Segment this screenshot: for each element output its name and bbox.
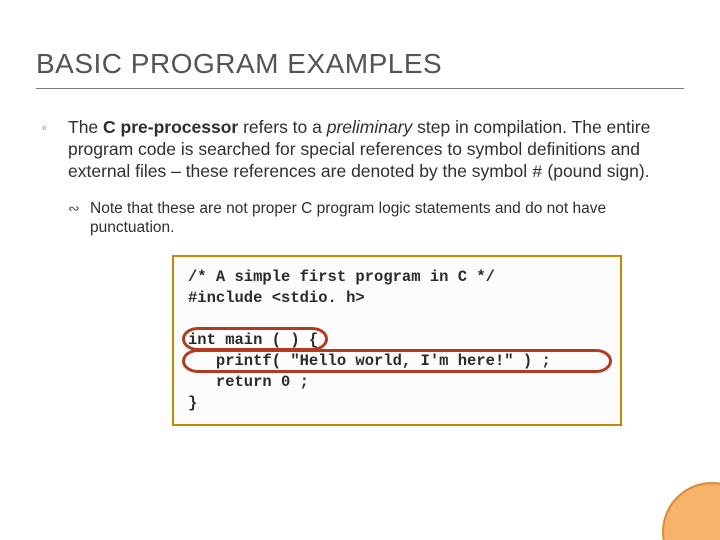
code-line: } xyxy=(188,394,197,412)
list-item: ◦ The C pre-processor refers to a prelim… xyxy=(42,117,678,185)
code-sample-container: /* A simple first program in C */ #inclu… xyxy=(172,255,622,425)
bullet-text: Note that these are not proper C program… xyxy=(90,199,678,238)
code-line: return 0 ; xyxy=(188,373,309,391)
code-line: /* A simple first program in C */ xyxy=(188,268,495,286)
text-run: refers to a xyxy=(238,117,327,137)
code-line: int main ( ) { xyxy=(188,331,318,349)
text-run: (pound sign). xyxy=(543,161,650,181)
code-line: printf( "Hello world, I'm here!" ) ; xyxy=(188,352,551,370)
text-run: The xyxy=(68,117,103,137)
slide: BASIC PROGRAM EXAMPLES ◦ The C pre-proce… xyxy=(0,0,720,540)
text-run-mono: # xyxy=(532,163,543,183)
tilde-bullet-icon: ∾ xyxy=(68,199,90,238)
text-run-bold: C pre-processor xyxy=(103,117,238,137)
code-line: #include <stdio. h> xyxy=(188,289,365,307)
bullet-text: The C pre-processor refers to a prelimin… xyxy=(68,117,678,185)
ring-bullet-icon: ◦ xyxy=(42,117,68,185)
code-sample: /* A simple first program in C */ #inclu… xyxy=(172,255,622,425)
slide-body: ◦ The C pre-processor refers to a prelim… xyxy=(36,117,684,426)
decorative-circle-icon xyxy=(662,482,720,540)
list-item: ∾ Note that these are not proper C progr… xyxy=(68,199,678,238)
page-title: BASIC PROGRAM EXAMPLES xyxy=(36,48,684,89)
text-run-italic: preliminary xyxy=(327,117,413,137)
